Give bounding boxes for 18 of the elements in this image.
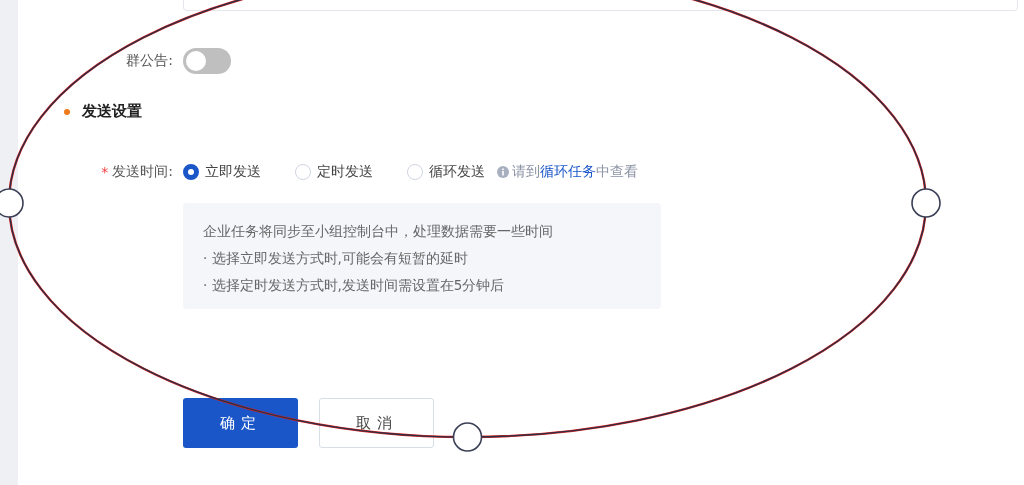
notice-text: · 选择立即发送方式时,可能会有短暂的延时 <box>203 249 469 268</box>
field-label: 群公告: <box>125 52 173 70</box>
cancel-button[interactable]: 取消 <box>319 398 434 448</box>
required-mark: * <box>101 164 109 180</box>
toggle-switch[interactable] <box>183 48 231 74</box>
confirm-button[interactable]: 确定 <box>183 398 298 448</box>
radio-option[interactable]: 循环发送 <box>407 163 485 181</box>
notice-text: · 选择定时发送方式时,发送时间需设置在5分钟后 <box>203 276 506 295</box>
info-icon <box>497 166 509 178</box>
hint-text: 请到循环任务中查看 <box>512 163 638 181</box>
field-label: 发送时间: <box>112 163 173 181</box>
input-field[interactable] <box>183 0 1018 11</box>
tasks-link[interactable]: 循环任务 <box>540 163 596 179</box>
bullet-icon <box>64 108 70 115</box>
radio-option[interactable]: 定时发送 <box>295 163 373 181</box>
notice-text: 企业任务将同步至小组控制台中，处理数据需要一些时间 <box>203 222 554 241</box>
section-title: 发送设置 <box>82 102 142 121</box>
radio-option[interactable]: 立即发送 <box>183 163 261 181</box>
